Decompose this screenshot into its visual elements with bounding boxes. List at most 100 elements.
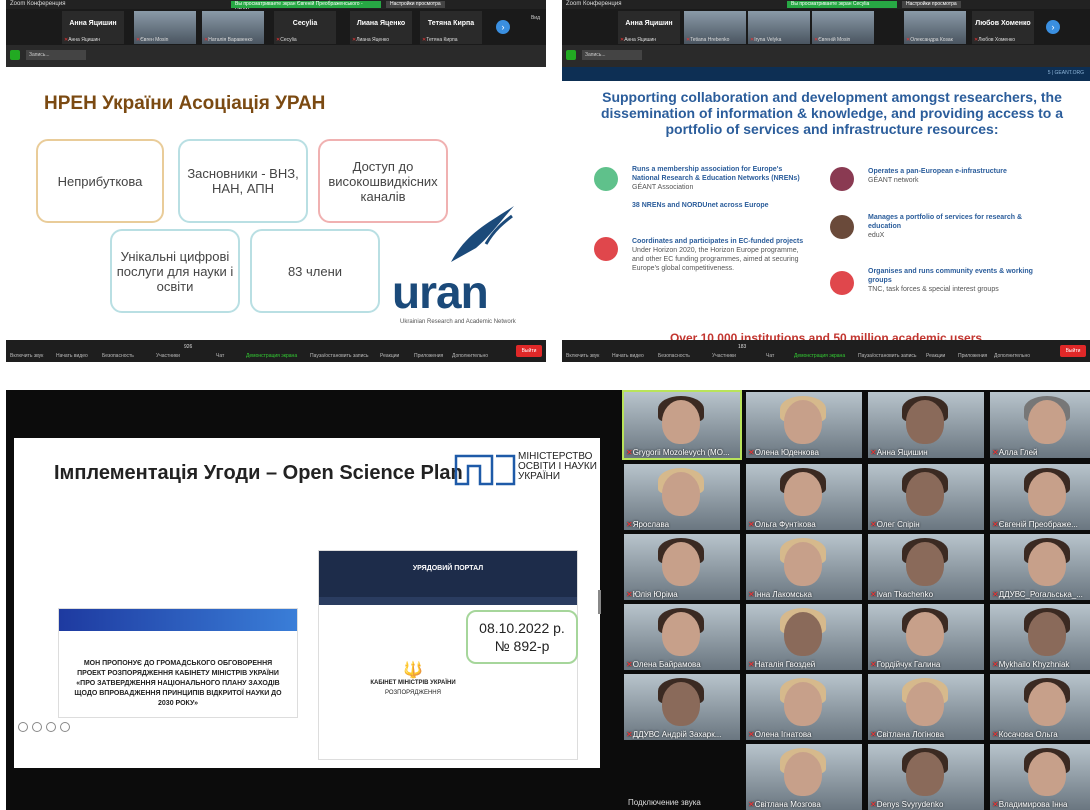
participant-tile[interactable]: Тетяна КирпаТетяна Кирпа: [420, 11, 482, 44]
next-page-arrow-icon[interactable]: ›: [1046, 20, 1060, 34]
gallery-tile[interactable]: Інна Лакомська: [746, 534, 862, 600]
prev-icon[interactable]: [18, 722, 28, 732]
participant-tile[interactable]: Tetiana Hrebenko: [684, 11, 746, 44]
participants-button[interactable]: Участники: [712, 353, 736, 359]
shield-icon: [10, 50, 20, 60]
gallery-tile[interactable]: Євгеній Преображе...: [990, 464, 1090, 530]
video-button[interactable]: Начать видео: [56, 353, 88, 359]
view-options-button[interactable]: Настройки просмотра: [386, 1, 445, 8]
participant-name: Алла Глей: [992, 448, 1038, 457]
more-button[interactable]: Дополнительно: [994, 353, 1030, 359]
gallery-tile[interactable]: Косачова Ольга: [990, 674, 1090, 740]
record-button[interactable]: Пауза/остановить запись: [310, 353, 369, 359]
mute-button[interactable]: Включить звук: [566, 353, 599, 359]
info-box: Неприбуткова: [36, 139, 164, 223]
gallery-tile[interactable]: Алла Глей: [990, 392, 1090, 458]
gallery-tile[interactable]: Олег Спірін: [868, 464, 984, 530]
participant-tile[interactable]: Лиана ЯценкоЛиана Яценко: [350, 11, 412, 44]
participant-face-icon: [1028, 400, 1066, 444]
decree-number: № 892-р: [494, 638, 550, 654]
gallery-tile[interactable]: Світлана Логінова: [868, 674, 984, 740]
gallery-tile[interactable]: Олена Ігнатова: [746, 674, 862, 740]
splitter-handle[interactable]: [598, 590, 601, 614]
participant-face-icon: [906, 400, 944, 444]
participant-tile[interactable]: СесуliaСесуlia: [274, 11, 336, 44]
zoom-window-uran: Zoom Конференция Вы просматриваете экран…: [6, 0, 546, 362]
participant-name: Ольга Фунтікова: [748, 520, 816, 529]
participant-tile[interactable]: Анна ЯцишинАнна Яцишин: [62, 11, 124, 44]
gallery-tile[interactable]: Юлія Юрімa: [624, 534, 740, 600]
participant-name: Олег Спірін: [870, 520, 920, 529]
security-button[interactable]: Безопасность: [658, 353, 690, 359]
pen-icon[interactable]: [46, 722, 56, 732]
leave-button[interactable]: Выйти: [516, 345, 542, 357]
gallery-tile[interactable]: Олена Байрамова: [624, 604, 740, 670]
participant-face-icon: [662, 542, 700, 586]
participant-tile[interactable]: Євгеній Mosin: [812, 11, 874, 44]
gallery-tile[interactable]: Наталія Гвоздей: [746, 604, 862, 670]
gallery-tile[interactable]: Grygorii Mozolevych (MO...: [622, 390, 742, 460]
participant-face-icon: [1028, 752, 1066, 796]
sharing-notice: Вы просматриваете экран Євгеній Преображ…: [231, 1, 381, 14]
participants-count: 926: [184, 344, 193, 350]
participant-tile[interactable]: Наталія Варавенко: [202, 11, 264, 44]
gallery-tile[interactable]: Анна Яцишин: [868, 392, 984, 458]
meeting-toolbar: Включить звук Начать видео Безопасность …: [562, 340, 1090, 362]
gallery-tile[interactable]: Ivan Tkachenko: [868, 534, 984, 600]
chat-button[interactable]: Чат: [766, 353, 774, 359]
participant-tile[interactable]: Анна ЯцишинАнна Яцишин: [618, 11, 680, 44]
next-icon[interactable]: [32, 722, 42, 732]
participant-face-icon: [784, 542, 822, 586]
apps-button[interactable]: Приложения: [414, 353, 443, 359]
audio-notice: Подключение звука: [628, 798, 701, 807]
participant-tile[interactable]: Iryna Velyka: [748, 11, 810, 44]
participant-tile[interactable]: Олександра Козак: [904, 11, 966, 44]
mon-news-screenshot: МОН ПРОПОНУЄ ДО ГРОМАДСЬКОГО ОБГОВОРЕННЯ…: [58, 608, 298, 718]
gallery-tile[interactable]: Олена Юденкова: [746, 392, 862, 458]
participant-tile[interactable]: Євген Mosin: [134, 11, 196, 44]
record-label[interactable]: Запись...: [582, 50, 642, 60]
gallery-tile[interactable]: Світлана Мозгова: [746, 744, 862, 810]
participant-face-icon: [906, 612, 944, 656]
share-screen-button[interactable]: Демонстрация экрана: [794, 353, 845, 359]
next-page-arrow-icon[interactable]: ›: [496, 20, 510, 34]
gallery-tile[interactable]: Denys Svyrydenko: [868, 744, 984, 810]
participant-name: Юлія Юрімa: [626, 590, 678, 599]
search-icon[interactable]: [60, 722, 70, 732]
gallery-tile[interactable]: Ольга Фунтікова: [746, 464, 862, 530]
view-options-button[interactable]: Настройки просмотра: [902, 1, 961, 8]
cube-icon: [594, 237, 618, 261]
participant-name: Grygorii Mozolevych (MO...: [626, 448, 730, 457]
record-label[interactable]: Запись...: [26, 50, 86, 60]
participants-button[interactable]: Участники: [156, 353, 180, 359]
mute-button[interactable]: Включить звук: [10, 353, 43, 359]
chat-button[interactable]: Чат: [216, 353, 224, 359]
gallery-tile[interactable]: Ярослава: [624, 464, 740, 530]
slide-title: Імплементація Угоди – Open Science Plan: [54, 462, 463, 484]
slide-number: 5 | GEANT.ORG: [1047, 70, 1084, 76]
reactions-button[interactable]: Реакции: [926, 353, 945, 359]
participant-face-icon: [906, 472, 944, 516]
info-box: Унікальні цифрові послуги для науки і ос…: [110, 229, 240, 313]
gallery-tile[interactable]: Mykhailo Khyzhniak: [990, 604, 1090, 670]
participant-name: Олена Ігнатова: [748, 730, 812, 739]
participant-name: Євгеній Преображе...: [992, 520, 1078, 529]
security-button[interactable]: Безопасность: [102, 353, 134, 359]
apps-button[interactable]: Приложения: [958, 353, 987, 359]
gallery-tile[interactable]: Владимирова Інна: [990, 744, 1090, 810]
share-screen-button[interactable]: Демонстрация экрана: [246, 353, 297, 359]
item-services: Manages a portfolio of services for rese…: [868, 214, 1023, 239]
gallery-tile[interactable]: ДДУВС Андрій Захарк...: [624, 674, 740, 740]
more-button[interactable]: Дополнительно: [452, 353, 488, 359]
leave-button[interactable]: Выйти: [1060, 345, 1086, 357]
participant-name: Владимирова Інна: [992, 800, 1068, 809]
video-button[interactable]: Начать видео: [612, 353, 644, 359]
participant-tile[interactable]: Любов ХоменкоЛюбов Хоменко: [972, 11, 1034, 44]
cabinet-heading: 🔱 КАБІНЕТ МІНІСТРІВ УКРАЇНИ РОЗПОРЯДЖЕНН…: [318, 660, 508, 696]
gallery-tile[interactable]: Гордійчук Галина: [868, 604, 984, 670]
reactions-button[interactable]: Реакции: [380, 353, 399, 359]
gallery-tile[interactable]: ДДУВС_Рогальська_...: [990, 534, 1090, 600]
network-icon: [594, 167, 618, 191]
record-button[interactable]: Пауза/остановить запись: [858, 353, 917, 359]
view-label[interactable]: Вид: [531, 15, 540, 21]
